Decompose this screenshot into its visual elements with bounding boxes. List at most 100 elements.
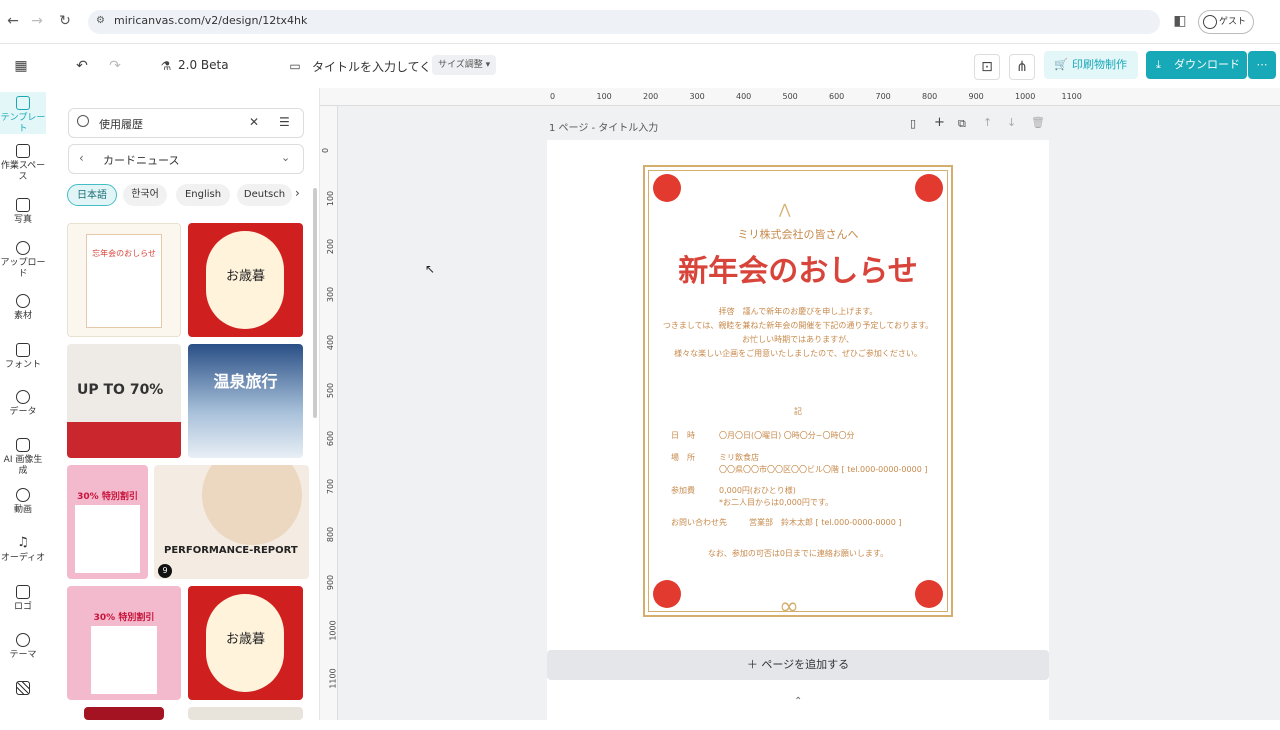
thumb-card — [91, 626, 157, 694]
chip-japanese[interactable]: 日本語 — [67, 184, 117, 206]
flask-icon: ⚗ — [160, 59, 172, 73]
thumb-title: 温泉旅行 — [213, 372, 278, 391]
fee-label: 参加費 — [671, 486, 695, 495]
share-icon[interactable]: ⋔ — [1009, 54, 1035, 80]
site-info-icon[interactable]: ⚙ — [96, 15, 105, 26]
thumb-circle — [202, 465, 302, 545]
flyer-ki: 記 — [794, 407, 802, 416]
template-thumb[interactable]: 温泉旅行 — [188, 344, 303, 458]
template-thumb[interactable]: UP TO 70% — [67, 344, 181, 458]
collapse-up-icon[interactable]: ⌃ — [794, 696, 802, 707]
template-thumb[interactable] — [188, 707, 303, 720]
page-note-icon[interactable]: ▯ — [910, 117, 916, 130]
ruler-v-label: 800 — [326, 526, 336, 543]
panel-scrollbar[interactable] — [313, 188, 317, 418]
rail-data[interactable]: データ — [0, 390, 46, 418]
thumb-title: お歳暮 — [225, 269, 265, 284]
ruler-h-label: 100 — [596, 92, 612, 101]
browser-bar: ← → ↻ ⚙ miricanvas.com/v2/design/12tx4hk… — [0, 0, 1280, 44]
rail-logo[interactable]: ロゴ — [0, 585, 46, 613]
chip-deutsch[interactable]: Deutsch — [237, 184, 292, 206]
template-thumb[interactable]: 30% 特別割引 — [67, 465, 148, 579]
profile-label: ゲスト — [1219, 17, 1247, 27]
move-down-icon[interactable]: ↓ — [1007, 116, 1016, 129]
more-button[interactable]: ⋯ — [1248, 51, 1276, 79]
plus-icon: ＋ — [746, 658, 762, 671]
upload-icon — [16, 241, 30, 255]
duplicate-icon[interactable]: ⧉ — [958, 117, 966, 131]
shapes-icon — [16, 294, 30, 308]
chip-english[interactable]: English — [176, 184, 230, 206]
ruler-h-label: 0 — [550, 92, 556, 101]
rail-photo[interactable]: 写真 — [0, 198, 46, 226]
ruler-v-label: 900 — [326, 574, 336, 591]
reload-icon[interactable]: ↻ — [54, 10, 76, 32]
design-title[interactable]: タイトルを入力してくた — [312, 58, 443, 75]
rail-audio[interactable]: ♫ オーディオ — [0, 536, 46, 564]
rail-video[interactable]: 動画 — [0, 488, 46, 516]
size-edit-label: サイズ調整 — [438, 60, 483, 70]
undo-icon[interactable]: ↶ — [70, 54, 94, 78]
canvas-area[interactable]: 0 100 200 300 400 500 600 700 800 900 1000 1100 0 10… — [320, 88, 1280, 730]
rail-ai-image[interactable]: AI 画像生成 — [0, 438, 46, 477]
ruler-h-label: 1000 — [1015, 92, 1036, 101]
add-page-button[interactable]: ＋ ページを追加する — [547, 650, 1049, 680]
print-button[interactable]: 🛒 印刷物制作 — [1044, 51, 1138, 79]
move-up-icon[interactable]: ↑ — [983, 116, 992, 129]
template-thumb[interactable]: PERFORMANCE-REPORT — [154, 465, 309, 579]
chip-next-icon[interactable]: › — [295, 186, 300, 200]
version-label[interactable]: 2.0 Beta — [178, 58, 229, 72]
rail-pattern[interactable] — [0, 681, 46, 698]
thumb-title: UP TO 70% — [77, 382, 164, 398]
thumb-title: 30% 特別割引 — [77, 492, 138, 502]
ruler-v-label: 400 — [326, 334, 336, 351]
ruler-v-label: 0 — [321, 147, 331, 154]
redo-icon[interactable]: ↷ — [103, 54, 127, 78]
sidebar-toggle-icon[interactable]: ◧ — [1169, 10, 1191, 32]
thumb-title: PERFORMANCE-REPORT — [164, 545, 298, 556]
rail-material[interactable]: 素材 — [0, 294, 46, 322]
rail-workspace[interactable]: 作業スペース — [0, 144, 46, 183]
delete-icon[interactable]: 🗑 — [1031, 116, 1045, 129]
menu-grid-icon[interactable]: ▦ — [9, 54, 33, 78]
ruler-v-label: 1100 — [328, 668, 338, 689]
plum-flower-icon — [915, 174, 943, 202]
download-icon: ⤓ — [1156, 58, 1161, 71]
template-thumb[interactable]: 忘年会のおしらせ — [67, 223, 181, 337]
download-button[interactable]: ⤓ ダウンロード — [1146, 51, 1247, 79]
size-edit-button[interactable]: サイズ調整 ▾ — [432, 55, 497, 75]
thumb-title: 忘年会のおしらせ — [92, 249, 156, 258]
rail-upload[interactable]: アップロード — [0, 241, 46, 280]
design-page[interactable]: ⋀ ミリ株式会社の皆さんへ 新年会のおしらせ 拝啓 謹んで新年のお慶びを申し上げ… — [547, 140, 1049, 730]
template-thumb[interactable] — [84, 707, 164, 720]
template-thumb[interactable]: 30% 特別割引 — [67, 586, 181, 700]
chip-korean[interactable]: 한국어 — [123, 184, 167, 206]
add-page-label: ページを追加する — [761, 658, 850, 671]
ruler-h-label: 400 — [736, 92, 752, 101]
template-thumb[interactable]: お歳暮 — [188, 223, 303, 337]
clear-icon[interactable]: ✕ — [249, 115, 259, 129]
category-dropdown[interactable]: ‹ カードニュース ⌄ — [68, 144, 304, 174]
contact-value: 営業部 鈴木太郎 [ tel.000-0000-0000 ] — [749, 518, 902, 527]
date-value: 〇月〇日(〇曜日) 〇時〇分~〇時〇分 — [719, 431, 855, 440]
ruler-v-label: 700 — [326, 478, 336, 495]
date-label: 日 時 — [671, 431, 695, 440]
music-icon: ♫ — [17, 535, 29, 550]
save-icon[interactable]: ⊡ — [974, 54, 1000, 80]
profile-button[interactable]: ゲスト — [1198, 10, 1254, 34]
rail-template[interactable]: テンプレート — [0, 96, 46, 135]
add-icon[interactable]: + — [934, 115, 945, 130]
contact-label: お問い合わせ先 — [671, 518, 727, 527]
back-icon[interactable]: ← — [2, 10, 24, 32]
rail-font[interactable]: フォント — [0, 343, 46, 371]
flyer-body-1: 拝啓 謹んで新年のお慶びを申し上げます。 — [718, 307, 878, 316]
template-thumb[interactable]: お歳暮 — [188, 586, 303, 700]
search-input[interactable]: 使用履歴 ✕ ☰ — [68, 108, 304, 138]
forward-icon[interactable]: → — [26, 10, 48, 32]
back-chevron-icon[interactable]: ‹ — [79, 151, 84, 165]
folder-icon[interactable]: ▭ — [283, 54, 307, 78]
filter-icon[interactable]: ☰ — [279, 115, 290, 129]
rail-theme[interactable]: テーマ — [0, 633, 46, 661]
ai-icon — [16, 438, 30, 452]
address-bar[interactable]: ⚙ miricanvas.com/v2/design/12tx4hk — [88, 10, 1160, 34]
